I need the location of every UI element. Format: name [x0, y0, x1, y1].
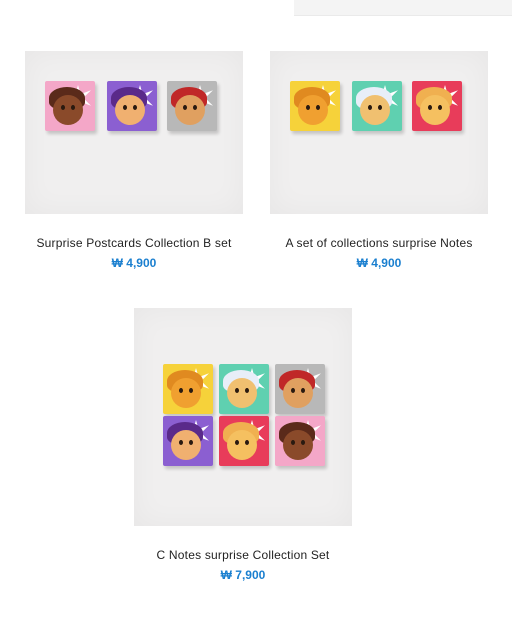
character-eye: [301, 440, 305, 445]
previous-row-edge: [294, 0, 512, 16]
character-face: [53, 95, 83, 125]
product-name[interactable]: A set of collections surprise Notes: [270, 236, 488, 250]
character-eye: [291, 440, 295, 445]
character-eye: [301, 388, 305, 393]
character-eye: [316, 105, 320, 110]
note-card: [107, 81, 157, 131]
character-eye: [123, 105, 127, 110]
product-image[interactable]: [25, 51, 243, 214]
note-card: [163, 416, 213, 466]
character-face: [283, 378, 313, 408]
note-card: [290, 81, 340, 131]
character-face: [227, 430, 257, 460]
character-eye: [368, 105, 372, 110]
note-card: [45, 81, 95, 131]
note-card: [275, 364, 325, 414]
character-eye: [235, 388, 239, 393]
character-face: [283, 430, 313, 460]
note-card: [275, 416, 325, 466]
character-eye: [61, 105, 65, 110]
product-name[interactable]: Surprise Postcards Collection B set: [25, 236, 243, 250]
character-eye: [245, 440, 249, 445]
character-face: [115, 95, 145, 125]
product-price: ₩ 7,900: [220, 568, 266, 582]
product-image[interactable]: [270, 51, 488, 214]
character-eye: [183, 105, 187, 110]
character-eye: [189, 440, 193, 445]
character-eye: [291, 388, 295, 393]
product-price: ₩ 4,900: [111, 256, 157, 270]
character-eye: [179, 440, 183, 445]
character-face: [420, 95, 450, 125]
character-eye: [378, 105, 382, 110]
character-eye: [438, 105, 442, 110]
character-eye: [133, 105, 137, 110]
character-face: [171, 430, 201, 460]
character-eye: [245, 388, 249, 393]
character-eye: [428, 105, 432, 110]
product-price: ₩ 4,900: [356, 256, 402, 270]
character-face: [298, 95, 328, 125]
product-card[interactable]: Surprise Postcards Collection B set ₩ 4,…: [25, 51, 243, 270]
character-eye: [193, 105, 197, 110]
product-name[interactable]: C Notes surprise Collection Set: [134, 548, 352, 562]
character-eye: [179, 388, 183, 393]
character-eye: [189, 388, 193, 393]
note-card: [219, 364, 269, 414]
note-card: [163, 364, 213, 414]
product-image[interactable]: [134, 308, 352, 526]
character-face: [360, 95, 390, 125]
character-face: [227, 378, 257, 408]
character-face: [171, 378, 201, 408]
note-card: [167, 81, 217, 131]
character-eye: [306, 105, 310, 110]
product-card[interactable]: C Notes surprise Collection Set ₩ 7,900: [134, 308, 352, 582]
note-card: [352, 81, 402, 131]
note-card: [412, 81, 462, 131]
character-eye: [71, 105, 75, 110]
character-eye: [235, 440, 239, 445]
character-face: [175, 95, 205, 125]
note-card: [219, 416, 269, 466]
product-card[interactable]: A set of collections surprise Notes ₩ 4,…: [270, 51, 488, 270]
